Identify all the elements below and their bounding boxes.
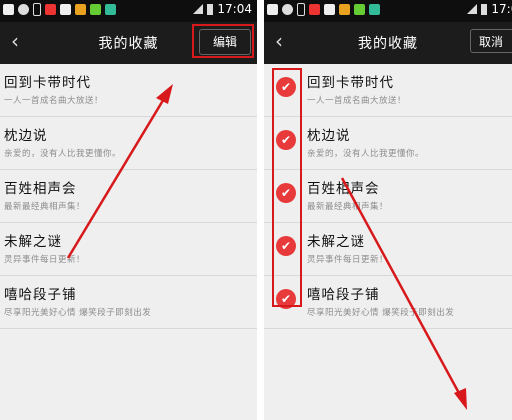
screen-edit-mode: 17:04 ‹ 我的收藏 取消 ✔ 回到卡带时代 一人一首成名曲大放送！ ✔ 枕…	[264, 0, 512, 420]
screen-normal: 17:04 ‹ 我的收藏 编辑 回到卡带时代 一人一首成名曲大放送！ 枕边说 亲…	[0, 0, 257, 420]
annotation-arrow	[66, 84, 173, 259]
annotation-arrow	[340, 177, 467, 410]
